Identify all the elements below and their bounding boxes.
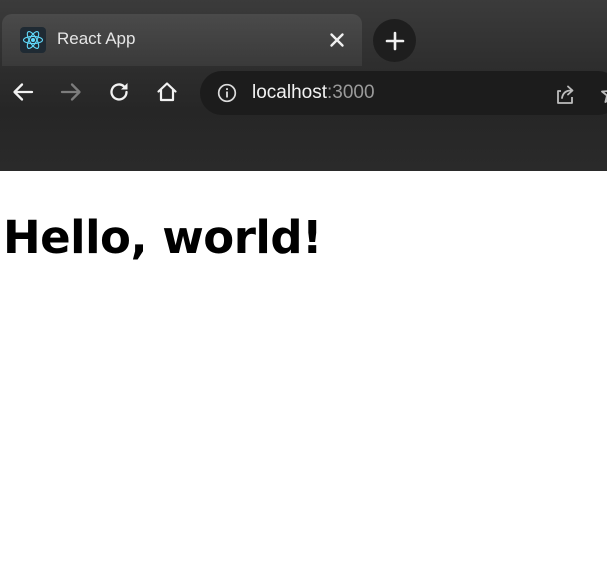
react-logo-icon <box>20 27 46 53</box>
home-button[interactable] <box>153 78 181 106</box>
close-icon[interactable] <box>327 30 347 50</box>
reload-button[interactable] <box>105 78 133 106</box>
arrow-left-icon <box>13 83 34 101</box>
url-text[interactable]: localhost:3000 <box>252 82 375 104</box>
page-content: Hello, world! <box>0 171 607 585</box>
tab-strip: React App <box>0 0 607 66</box>
arrow-right-icon <box>60 83 81 101</box>
tab-react-app[interactable]: React App <box>2 14 362 66</box>
new-tab-button[interactable] <box>373 19 416 62</box>
address-bar[interactable]: localhost:3000 <box>200 71 607 115</box>
browser-toolbar: localhost:3000 <box>0 66 607 122</box>
page-heading: Hello, world! <box>3 211 323 264</box>
reload-icon <box>110 83 128 101</box>
browser-chrome: React App localhost:3000 <box>0 0 607 171</box>
back-button[interactable] <box>9 78 37 106</box>
share-icon[interactable] <box>552 81 578 107</box>
forward-button[interactable] <box>57 78 85 106</box>
info-icon[interactable] <box>216 82 238 104</box>
url-port: :3000 <box>327 82 375 103</box>
plus-icon <box>385 31 404 50</box>
home-icon <box>157 82 177 102</box>
url-host: localhost <box>252 82 327 103</box>
tab-title: React App <box>57 29 136 48</box>
star-icon[interactable] <box>598 81 607 107</box>
